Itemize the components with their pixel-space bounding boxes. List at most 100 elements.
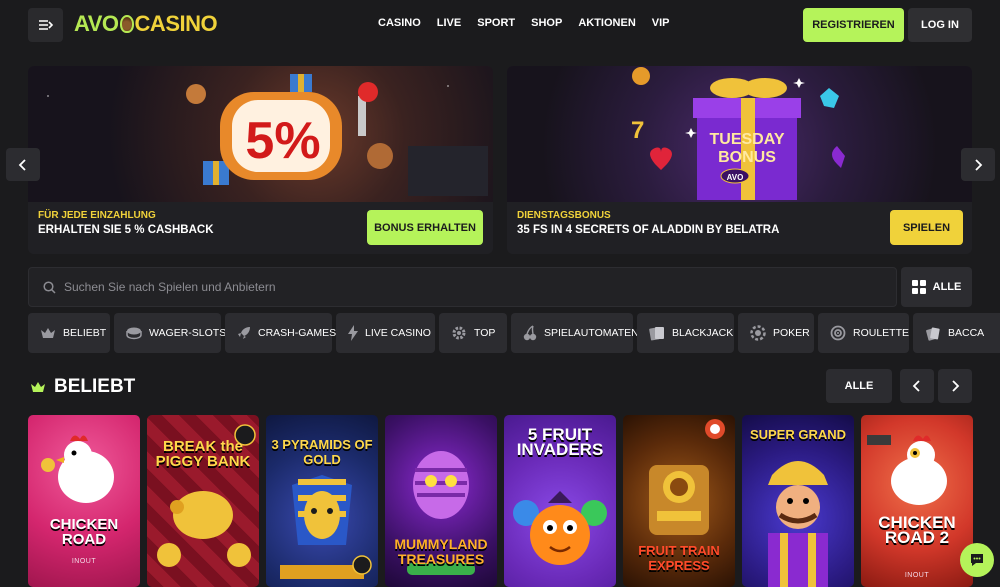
nav-sport[interactable]: SPORT xyxy=(477,17,515,29)
logo-avo: AVO xyxy=(74,11,119,36)
section-title: BELIEBT xyxy=(54,376,136,397)
baccarat-icon xyxy=(925,325,941,341)
game-tile-super-grand[interactable]: SUPER GRAND xyxy=(742,415,854,587)
category-label: CRASH-GAMES xyxy=(258,327,337,339)
chat-support-button[interactable] xyxy=(960,543,994,577)
avocado-seed-icon xyxy=(119,15,134,33)
category-label: LIVE CASINO xyxy=(365,327,431,339)
banner-headline: ERHALTEN SIE 5 % CASHBACK xyxy=(38,224,214,236)
category-crash-games[interactable]: CRASH-GAMES xyxy=(225,313,336,353)
cards-icon xyxy=(649,325,665,341)
nav-vip[interactable]: VIP xyxy=(652,17,670,29)
grid-icon xyxy=(911,280,926,294)
carousel-prev-button[interactable] xyxy=(6,148,40,181)
game-name: BREAK the PIGGY BANK xyxy=(155,438,251,470)
category-live-casino[interactable]: LIVE CASINO xyxy=(336,313,435,353)
crown-icon xyxy=(40,325,56,341)
poker-chip-icon xyxy=(750,325,766,341)
chat-icon xyxy=(971,554,983,566)
logo[interactable]: AVO CASINO xyxy=(74,11,218,37)
game-tile-5-fruit-invaders[interactable]: 5 FRUIT INVADERS xyxy=(504,415,616,587)
bonus-erhalten-button[interactable]: BONUS ERHALTEN xyxy=(367,210,483,245)
logo-casino: CASINO xyxy=(134,11,218,36)
banner-kicker: FÜR JEDE EINZAHLUNG xyxy=(38,210,156,221)
svg-text:7: 7 xyxy=(631,117,644,144)
category-spielautomaten[interactable]: SPIELAUTOMATEN xyxy=(511,313,639,353)
banner-art-tuesday: TUESDAY xyxy=(710,131,785,148)
main-nav: CASINO LIVE SPORT SHOP AKTIONEN VIP xyxy=(378,17,670,29)
chip-icon xyxy=(126,325,142,341)
game-name: 3 PYRAMIDS OF GOLD xyxy=(271,437,373,467)
category-top[interactable]: TOP xyxy=(439,313,507,353)
category-wager-slots[interactable]: WAGER-SLOTS xyxy=(114,313,226,353)
banner-art-slot-machine: 5% xyxy=(28,66,493,202)
header: AVO CASINO CASINO LIVE SPORT SHOP AKTION… xyxy=(0,0,1000,50)
banner-art-bonus: BONUS xyxy=(718,149,776,166)
game-name: 5 FRUIT INVADERS xyxy=(516,425,604,459)
search-icon xyxy=(43,280,56,294)
chevron-left-icon xyxy=(18,158,26,171)
banner-art-avo: AVO xyxy=(727,173,744,182)
cherry-icon xyxy=(523,325,537,341)
game-name: FRUIT TRAIN EXPRESS xyxy=(638,543,720,573)
section-heading: BELIEBT xyxy=(30,376,135,398)
game-tile-3-pyramids-of-gold[interactable]: 3 PYRAMIDS OF GOLD xyxy=(266,415,378,587)
category-roulette[interactable]: ROULETTE xyxy=(818,313,909,353)
nav-aktionen[interactable]: AKTIONEN xyxy=(578,17,635,29)
section-all-button[interactable]: ALLE xyxy=(826,369,892,403)
all-providers-label: ALLE xyxy=(932,281,962,293)
lightning-icon xyxy=(348,325,358,341)
category-label: POKER xyxy=(773,327,810,339)
rocket-icon xyxy=(237,325,251,341)
category-label: ROULETTE xyxy=(853,327,910,339)
chicken-icon xyxy=(867,435,947,505)
category-label: BLACKJACK xyxy=(672,327,734,339)
gear-icon xyxy=(451,325,467,341)
category-label: WAGER-SLOTS xyxy=(149,327,227,339)
nav-shop[interactable]: SHOP xyxy=(531,17,562,29)
category-label: BACCA xyxy=(948,327,985,339)
category-baccarat[interactable]: BACCA xyxy=(913,313,1000,353)
banner-headline: 35 FS IN 4 SECRETS OF ALADDIN BY BELATRA xyxy=(517,224,780,236)
chicken-icon xyxy=(41,435,114,503)
chevron-right-icon xyxy=(975,158,983,171)
category-bar: BELIEBT WAGER-SLOTS CRASH-GAMES LIVE CAS… xyxy=(28,313,1000,353)
games-next-button[interactable] xyxy=(938,369,972,403)
promo-banner-tuesday[interactable]: 7 TUESDAY BONUS AVO DIENSTAGSBONUS 35 FS… xyxy=(507,66,972,254)
chevron-right-icon xyxy=(952,380,960,392)
banner-kicker: DIENSTAGSBONUS xyxy=(517,210,611,221)
category-beliebt[interactable]: BELIEBT xyxy=(28,313,110,353)
games-prev-button[interactable] xyxy=(900,369,934,403)
game-provider: INOUT xyxy=(71,558,97,565)
menu-arrow-icon xyxy=(38,20,53,30)
nav-casino[interactable]: CASINO xyxy=(378,17,421,29)
game-tile-chicken-road-2[interactable]: CHICKEN ROAD 2 INOUT xyxy=(861,415,973,587)
login-button[interactable]: LOG IN xyxy=(908,8,972,42)
nav-live[interactable]: LIVE xyxy=(437,17,461,29)
register-button[interactable]: REGISTRIEREN xyxy=(803,8,904,42)
game-name: CHICKEN ROAD 2 xyxy=(878,513,956,547)
menu-toggle-button[interactable] xyxy=(28,8,63,42)
game-tile-chicken-road[interactable]: CHICKEN ROAD INOUT xyxy=(28,415,140,587)
game-name: MUMMYLAND TREASURES xyxy=(394,536,488,567)
carousel-next-button[interactable] xyxy=(961,148,995,181)
spielen-button[interactable]: SPIELEN xyxy=(890,210,963,245)
game-name: CHICKEN ROAD xyxy=(49,516,119,548)
game-tile-break-the-piggy-bank[interactable]: BREAK the PIGGY BANK xyxy=(147,415,259,587)
all-providers-button[interactable]: ALLE xyxy=(901,267,972,307)
roulette-icon xyxy=(830,325,846,341)
game-tile-mummyland-treasures[interactable]: MUMMYLAND TREASURES xyxy=(385,415,497,587)
banner-art-5-percent: 5% xyxy=(245,112,320,170)
game-provider: INOUT xyxy=(904,572,930,579)
game-name: SUPER GRAND xyxy=(749,427,847,442)
category-label: SPIELAUTOMATEN xyxy=(544,327,639,339)
game-tile-fruit-train-express[interactable]: FRUIT TRAIN EXPRESS xyxy=(623,415,735,587)
category-label: BELIEBT xyxy=(63,327,107,339)
crown-icon xyxy=(31,382,45,392)
banner-art-gift-box: 7 TUESDAY BONUS AVO xyxy=(507,66,972,202)
category-blackjack[interactable]: BLACKJACK xyxy=(637,313,734,353)
chevron-left-icon xyxy=(912,380,920,392)
search-input[interactable] xyxy=(64,280,664,294)
category-poker[interactable]: POKER xyxy=(738,313,814,353)
promo-banner-cashback[interactable]: 5% FÜR JEDE EINZAHLUNG ERHALTEN SIE 5 % … xyxy=(28,66,493,254)
